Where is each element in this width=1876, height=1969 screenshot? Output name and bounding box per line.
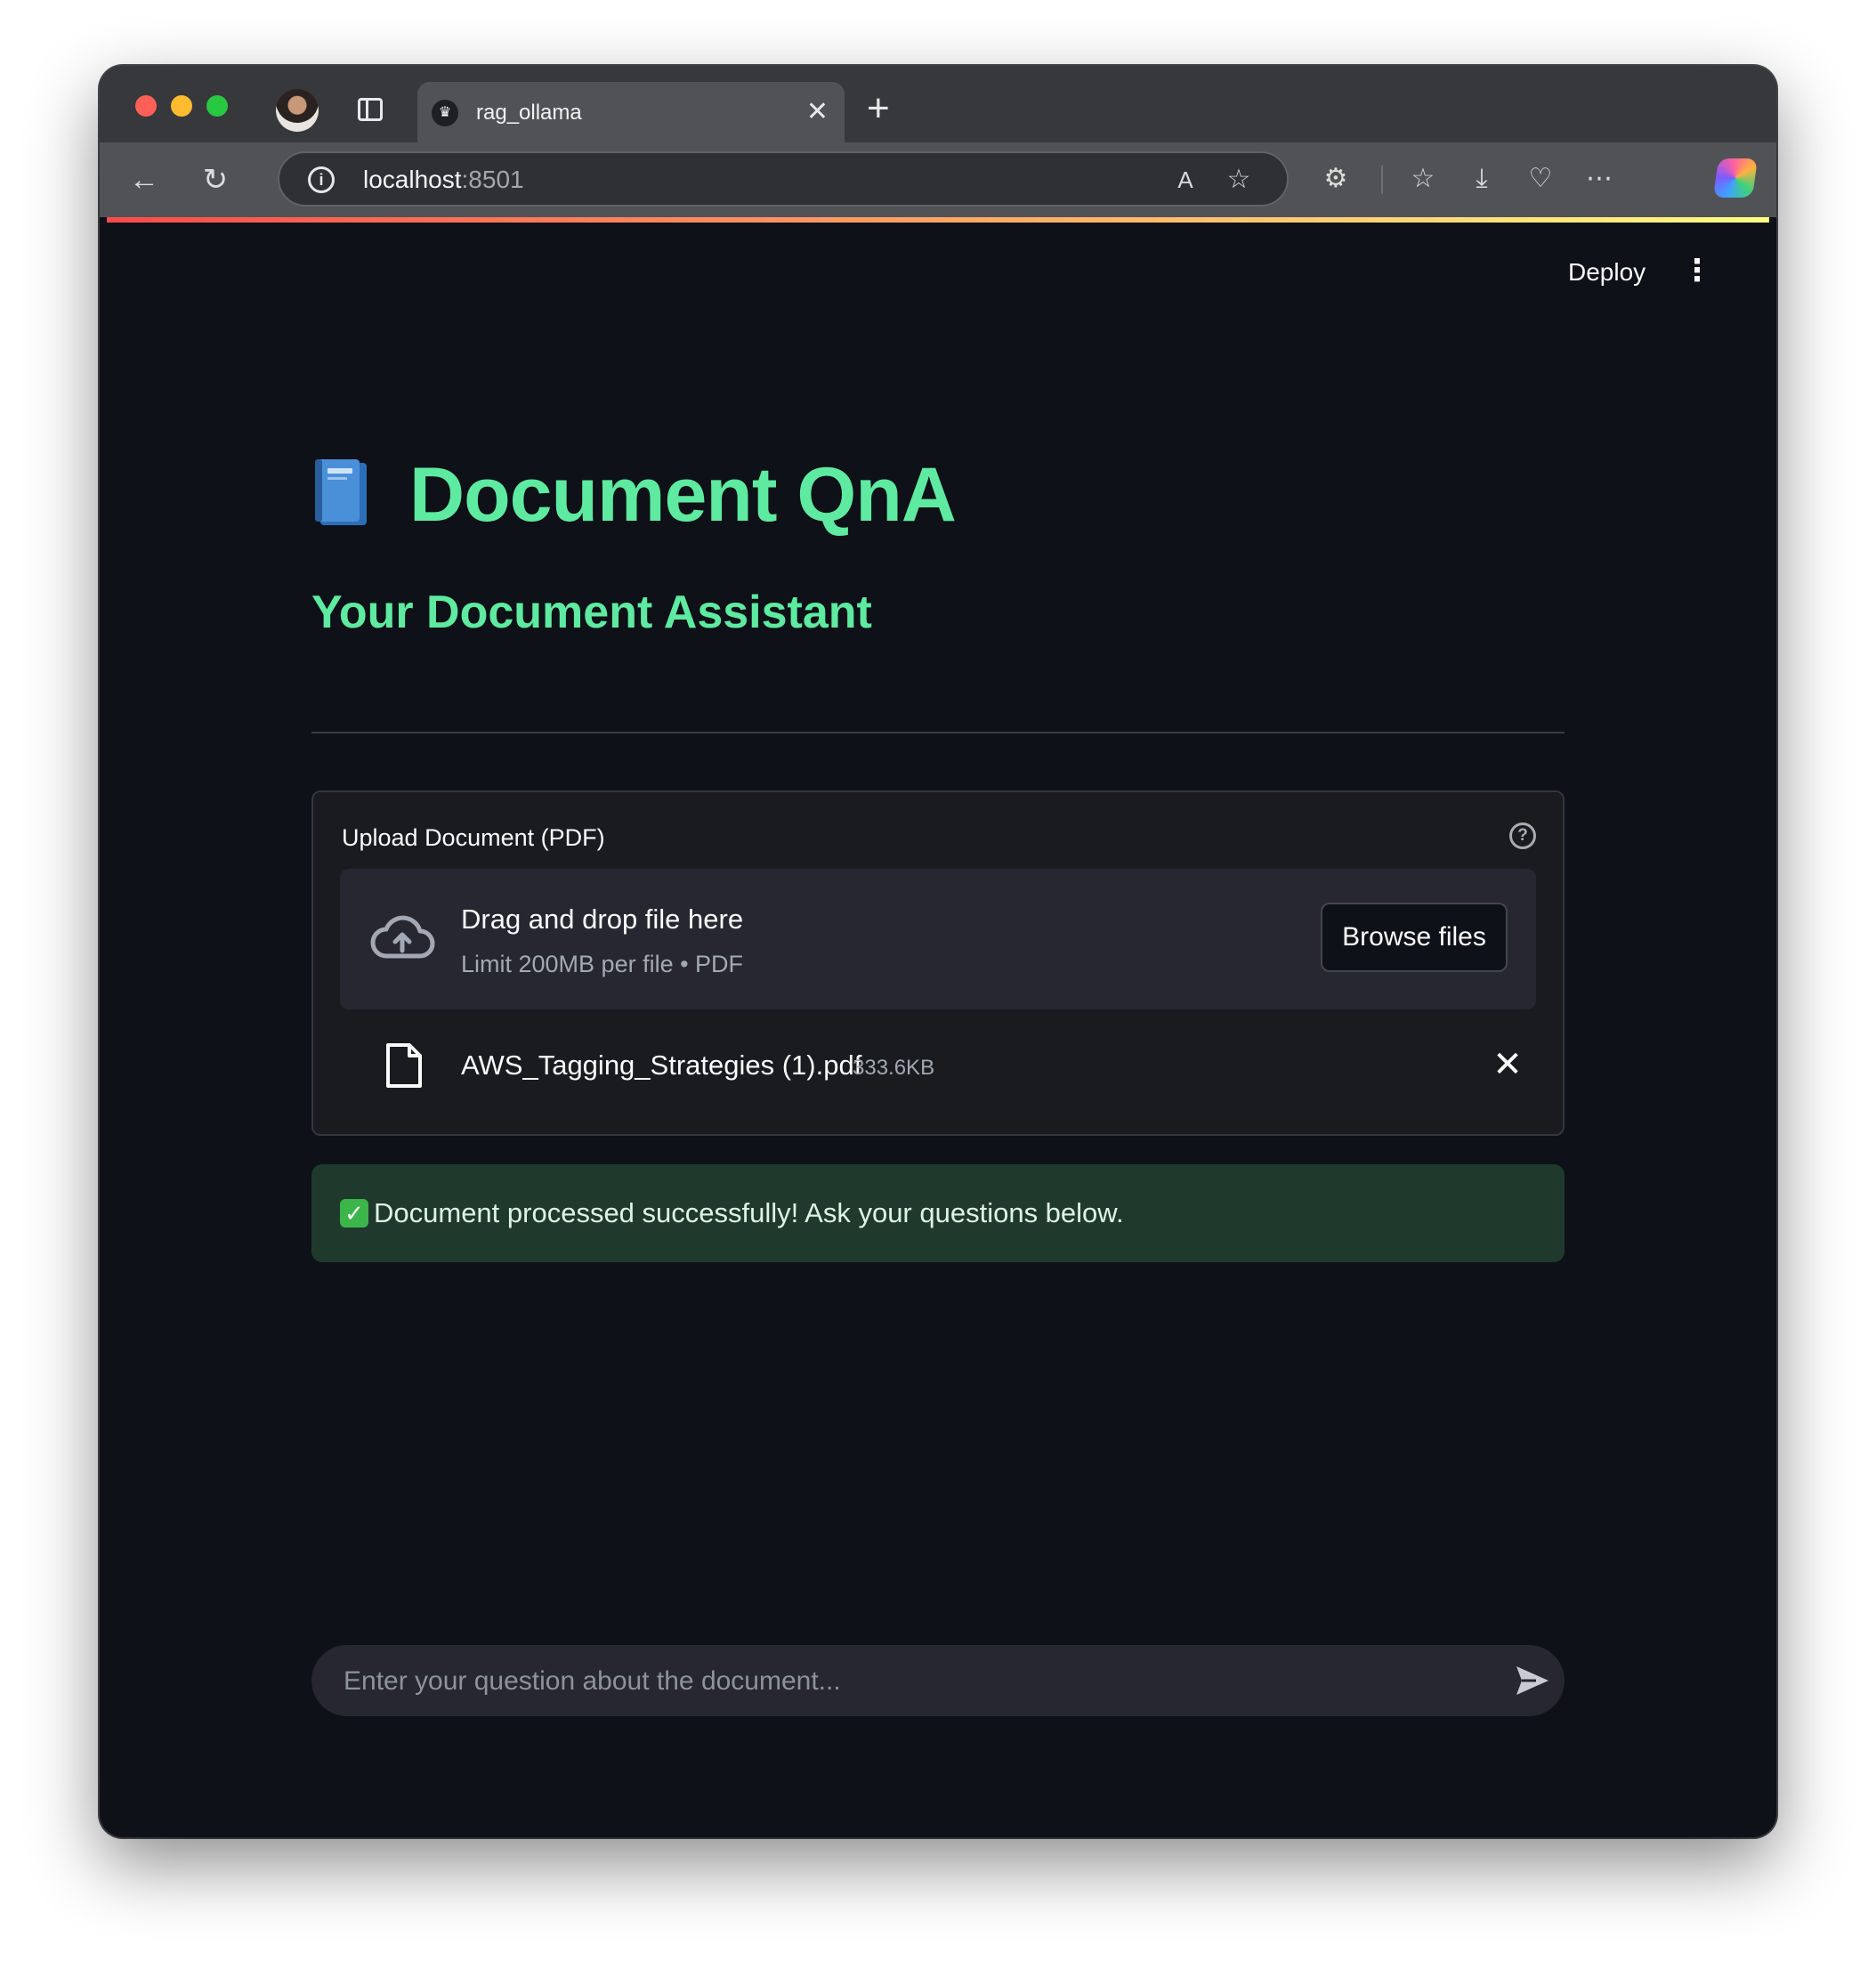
toolbar-separator — [1381, 166, 1383, 194]
address-bar[interactable]: i localhost:8501 A ☆ — [278, 151, 1289, 207]
reload-icon[interactable]: ↻ — [198, 162, 233, 198]
header-decoration-bar — [107, 217, 1769, 223]
back-arrow-icon[interactable]: ← — [126, 162, 162, 198]
new-tab-button[interactable]: + — [867, 89, 890, 128]
favorites-icon[interactable]: ☆ — [1404, 160, 1442, 198]
remove-file-icon[interactable]: ✕ — [1488, 1045, 1527, 1084]
cloud-upload-icon — [370, 915, 435, 959]
url-port: :8501 — [461, 166, 524, 193]
question-input[interactable] — [342, 1659, 1484, 1704]
downloads-icon[interactable]: ⤓ — [1463, 160, 1500, 198]
tab-actions-icon[interactable] — [358, 98, 383, 121]
tab-title: rag_ollama — [476, 101, 582, 125]
copilot-icon[interactable] — [1712, 158, 1759, 198]
kebab-menu-icon[interactable]: ⋮ — [1682, 253, 1712, 288]
chat-input-bar — [311, 1645, 1565, 1716]
help-icon[interactable]: ? — [1509, 822, 1536, 849]
site-info-icon[interactable]: i — [308, 166, 335, 193]
url-text[interactable]: localhost:8501 — [363, 166, 524, 194]
close-window-button[interactable] — [135, 95, 157, 117]
more-options-icon[interactable]: ⋯ — [1581, 160, 1618, 198]
deploy-button[interactable]: Deploy — [1568, 256, 1646, 288]
page-title: Document QnA — [409, 452, 957, 538]
uploaded-file-row: AWS_Tagging_Strategies (1).pdf 333.6KB ✕ — [340, 1033, 1536, 1104]
file-uploader: Upload Document (PDF) ? Drag and drop fi… — [311, 790, 1565, 1136]
file-icon — [386, 1043, 422, 1088]
send-icon[interactable] — [1515, 1665, 1550, 1697]
tab-strip: ♛ rag_ollama ✕ + — [100, 66, 1776, 142]
blue-book-icon — [315, 459, 367, 525]
uploaded-file-size: 333.6KB — [853, 1056, 935, 1080]
streamlit-page: Deploy ⋮ Document QnA Your Document Assi… — [107, 217, 1769, 1830]
crown-favicon-icon: ♛ — [432, 100, 458, 126]
page-subtitle: Your Document Assistant — [311, 587, 872, 638]
success-message: Document processed successfully! Ask you… — [374, 1197, 1124, 1228]
tab-close-icon[interactable]: ✕ — [806, 98, 829, 126]
drop-zone-limit: Limit 200MB per file • PDF — [461, 951, 744, 977]
browser-window: ♛ rag_ollama ✕ + ← ↻ i localhost:8501 A … — [100, 66, 1776, 1837]
minimize-window-button[interactable] — [171, 95, 192, 117]
favorite-star-icon[interactable]: ☆ — [1223, 164, 1255, 196]
horizontal-divider — [311, 732, 1565, 733]
browser-toolbar: ← ↻ i localhost:8501 A ☆ ⚙ ☆ ⤓ ♡ ⋯ — [100, 142, 1776, 217]
read-aloud-icon[interactable]: A — [1169, 164, 1201, 196]
maximize-window-button[interactable] — [206, 95, 228, 117]
browser-essentials-icon[interactable]: ♡ — [1522, 160, 1559, 198]
drop-zone-title: Drag and drop file here — [461, 903, 744, 935]
url-host: localhost — [363, 166, 462, 193]
browser-tab[interactable]: ♛ rag_ollama ✕ — [417, 82, 845, 142]
uploaded-file-name: AWS_Tagging_Strategies (1).pdf — [461, 1049, 862, 1081]
uploader-label: Upload Document (PDF) — [342, 824, 605, 851]
success-alert: ✓ Document processed successfully! Ask y… — [311, 1164, 1565, 1262]
profile-avatar[interactable] — [276, 89, 319, 132]
browse-files-button[interactable]: Browse files — [1321, 903, 1508, 972]
extensions-icon[interactable]: ⚙ — [1317, 160, 1354, 198]
drop-zone[interactable]: Drag and drop file here Limit 200MB per … — [340, 869, 1536, 1009]
check-mark-icon: ✓ — [340, 1199, 368, 1228]
